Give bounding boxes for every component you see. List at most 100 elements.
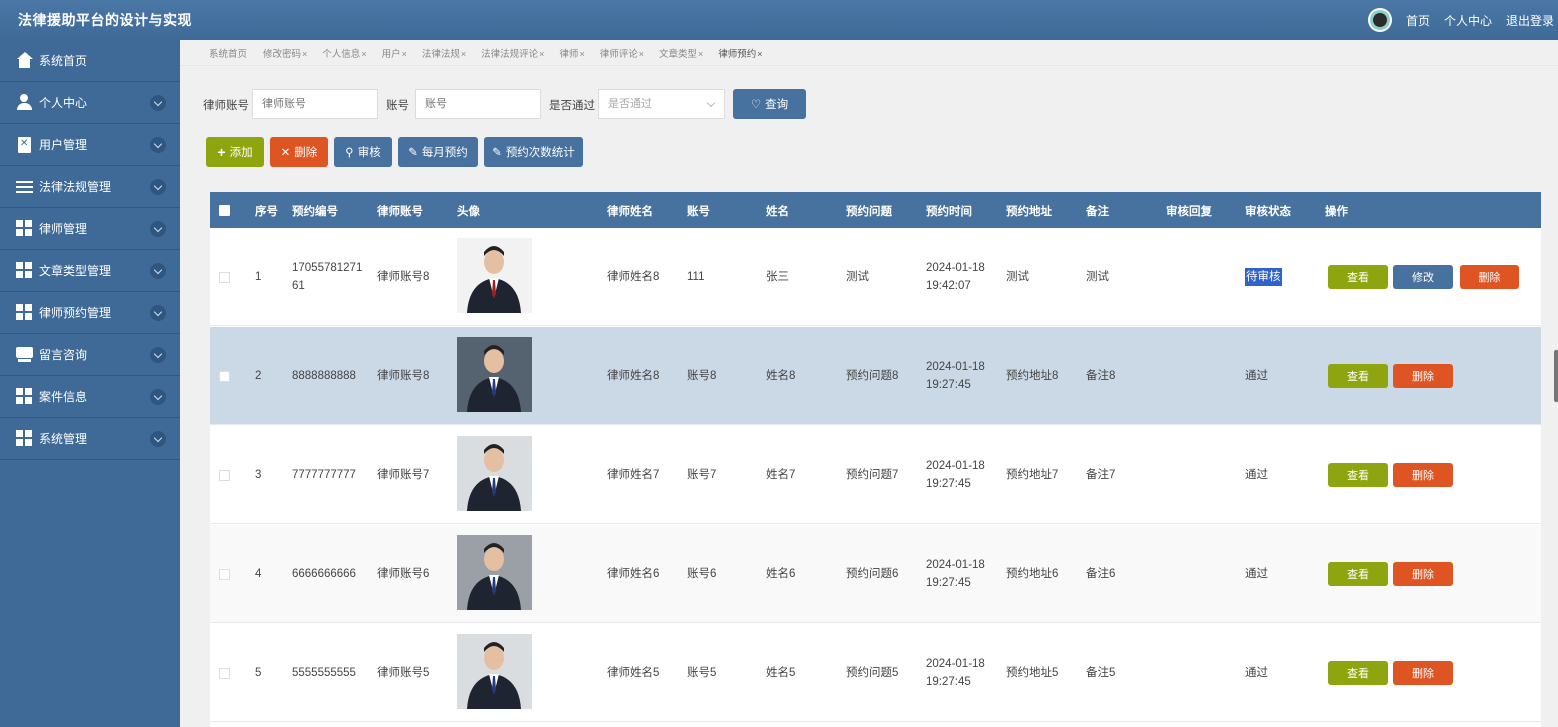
- sidebar-item-1[interactable]: 个人中心: [0, 82, 180, 124]
- sidebar-item-5[interactable]: 文章类型管理: [0, 250, 180, 292]
- row-checkbox[interactable]: [219, 272, 230, 283]
- tab-1[interactable]: 修改密码×: [263, 46, 307, 60]
- view-button[interactable]: 查看: [1328, 364, 1388, 388]
- passed-select-placeholder: 是否通过: [608, 98, 652, 110]
- sidebar-item-0[interactable]: 系统首页: [0, 40, 180, 82]
- header-link-home[interactable]: 首页: [1406, 12, 1430, 29]
- view-button[interactable]: 查看: [1328, 562, 1388, 586]
- cell-name: 姓名7: [766, 469, 796, 481]
- cell-date: 2024-01-18: [926, 460, 985, 472]
- chevron-down-icon[interactable]: [150, 431, 166, 447]
- sidebar-item-7[interactable]: 留言咨询: [0, 334, 180, 376]
- query-button[interactable]: ♡ 查询: [733, 89, 806, 119]
- table-row[interactable]: 3 7777777777 律师账号7 律师姓名7 账号7 姓名7 预约问题7 2024-01-…: [210, 426, 1541, 524]
- table-row[interactable]: 4 6666666666 律师账号6 律师姓名6 账号6 姓名6 预约问题6 2024-01-…: [210, 525, 1541, 623]
- tab-5[interactable]: 法律法规评论×: [481, 46, 544, 60]
- chat-icon: [16, 346, 33, 363]
- appointment-stats-button[interactable]: ✎ 预约次数统计: [484, 137, 583, 167]
- table-row[interactable]: 5 5555555555 律师账号5 律师姓名5 账号5 姓名5 预约问题5 2024-01-…: [210, 624, 1541, 722]
- cell-date: 2024-01-18: [926, 658, 985, 670]
- chevron-down-icon[interactable]: [150, 263, 166, 279]
- monthly-appointments-button[interactable]: ✎ 每月预约: [398, 137, 478, 167]
- lawyer-account-input[interactable]: [252, 89, 378, 119]
- review-button[interactable]: ⚲ 审核: [334, 137, 392, 167]
- view-button[interactable]: 查看: [1328, 463, 1388, 487]
- tab-label: 法律法规: [421, 48, 460, 60]
- clipboard-icon: [16, 136, 33, 153]
- header-link-logout[interactable]: 退出登录: [1506, 12, 1554, 29]
- tab-close-icon[interactable]: ×: [539, 49, 544, 59]
- tab-9[interactable]: 律师预约×: [718, 46, 762, 60]
- tab-close-icon[interactable]: ×: [361, 49, 366, 59]
- tab-close-icon[interactable]: ×: [302, 49, 307, 59]
- grid-icon: [16, 220, 33, 237]
- chevron-down-icon[interactable]: [150, 95, 166, 111]
- cell-account: 111: [687, 271, 705, 283]
- cell-remark: 测试: [1086, 271, 1109, 283]
- tab-3[interactable]: 用户×: [382, 46, 407, 60]
- row-checkbox[interactable]: [219, 470, 230, 481]
- table-row[interactable]: 2 8888888888 律师账号8 律师姓名8 账号8 姓名8 预约问题8 2024-01-…: [210, 327, 1541, 425]
- cell-index: 3: [255, 469, 262, 481]
- sidebar-item-label: 个人中心: [39, 96, 88, 110]
- column-header: 审核状态: [1245, 206, 1291, 218]
- tab-close-icon[interactable]: ×: [579, 49, 584, 59]
- account-input[interactable]: [415, 89, 541, 119]
- status-badge: 通过: [1245, 370, 1268, 382]
- sidebar-item-label: 案件信息: [39, 390, 88, 404]
- row-checkbox[interactable]: [219, 569, 230, 580]
- home-icon: [16, 52, 33, 69]
- chevron-down-icon[interactable]: [150, 389, 166, 405]
- cell-date: 2024-01-18: [926, 361, 985, 373]
- view-button[interactable]: 查看: [1328, 661, 1388, 685]
- tab-close-icon[interactable]: ×: [698, 49, 703, 59]
- tab-close-icon[interactable]: ×: [402, 49, 407, 59]
- cell-question: 预约问题6: [846, 568, 899, 580]
- chevron-down-icon[interactable]: [150, 305, 166, 321]
- tab-8[interactable]: 文章类型×: [659, 46, 703, 60]
- row-delete-button[interactable]: 删除: [1393, 463, 1453, 487]
- sidebar-item-2[interactable]: 用户管理: [0, 124, 180, 166]
- user-avatar[interactable]: [1367, 8, 1392, 32]
- view-button[interactable]: 查看: [1328, 265, 1388, 289]
- row-checkbox[interactable]: [219, 668, 230, 679]
- row-delete-button[interactable]: 删除: [1393, 562, 1453, 586]
- add-button[interactable]: + 添加: [206, 137, 264, 167]
- table-row[interactable]: 1 17055781271 61 律师账号8 律师姓名8 111 张三 测试 2024-01-1…: [210, 228, 1541, 326]
- cell-appointment-code-cont: 61: [292, 280, 305, 292]
- sidebar-item-8[interactable]: 案件信息: [0, 376, 180, 418]
- row-checkbox[interactable]: [219, 371, 230, 382]
- tab-close-icon[interactable]: ×: [639, 49, 644, 59]
- column-header: 备注: [1086, 206, 1109, 218]
- sidebar-item-6[interactable]: 律师预约管理: [0, 292, 180, 334]
- chevron-down-icon[interactable]: [150, 137, 166, 153]
- tab-2[interactable]: 个人信息×: [322, 46, 366, 60]
- chevron-down-icon[interactable]: [150, 179, 166, 195]
- lawyer-photo: [457, 535, 532, 610]
- sidebar-item-4[interactable]: 律师管理: [0, 208, 180, 250]
- appointments-table: 序号 预约编号 律师账号 头像 律师姓名 账号 姓名 预约问题 预约时间 预约地址 备注 审核回复 审核…: [210, 192, 1541, 727]
- top-header: 法律援助平台的设计与实现 首页 个人中心 退出登录: [0, 0, 1558, 40]
- tab-close-icon[interactable]: ×: [757, 49, 762, 59]
- select-all-checkbox[interactable]: [219, 205, 230, 216]
- sidebar-item-9[interactable]: 系统管理: [0, 418, 180, 460]
- row-delete-button[interactable]: 删除: [1393, 661, 1453, 685]
- scrollbar-thumb[interactable]: [1554, 350, 1558, 402]
- heart-icon: ♡: [750, 99, 762, 111]
- tab-6[interactable]: 律师×: [559, 46, 584, 60]
- passed-select[interactable]: 是否通过: [598, 89, 725, 119]
- tab-7[interactable]: 律师评论×: [600, 46, 644, 60]
- sidebar-item-3[interactable]: 法律法规管理: [0, 166, 180, 208]
- row-delete-button[interactable]: 删除: [1393, 364, 1453, 388]
- edit-button[interactable]: 修改: [1393, 265, 1453, 289]
- chevron-down-icon[interactable]: [150, 221, 166, 237]
- add-button-label: 添加: [229, 147, 253, 159]
- user-icon: [16, 94, 33, 111]
- row-delete-button[interactable]: 删除: [1460, 265, 1519, 289]
- tab-0[interactable]: 系统首页: [209, 46, 248, 60]
- tab-close-icon[interactable]: ×: [461, 49, 466, 59]
- chevron-down-icon[interactable]: [150, 347, 166, 363]
- header-link-profile[interactable]: 个人中心: [1444, 12, 1492, 29]
- tab-4[interactable]: 法律法规×: [422, 46, 466, 60]
- delete-button[interactable]: ✕ 删除: [270, 137, 328, 167]
